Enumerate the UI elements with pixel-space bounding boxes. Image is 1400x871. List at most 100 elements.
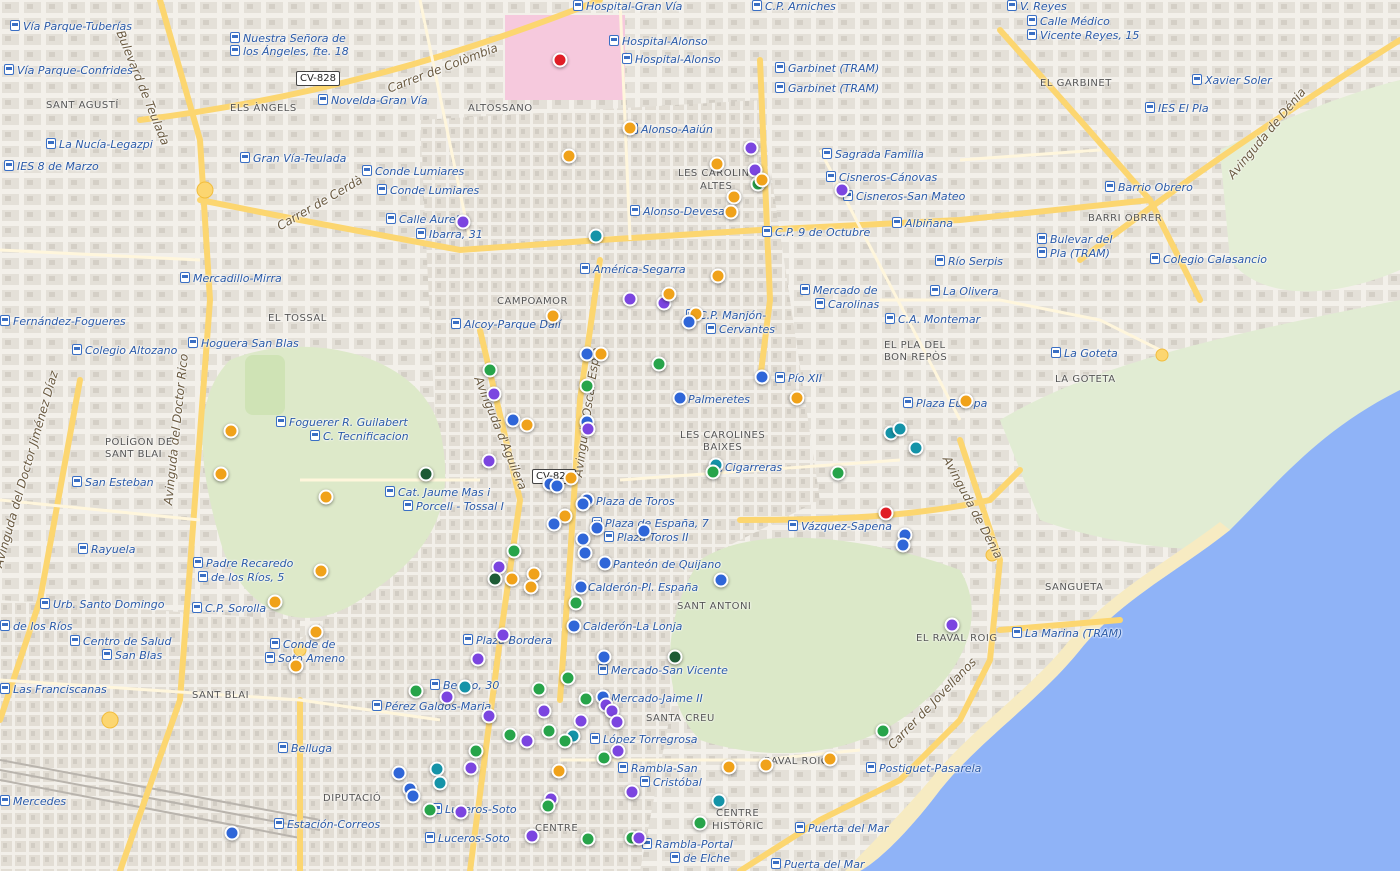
map-marker-purple[interactable] — [463, 760, 479, 776]
map-marker-purple[interactable] — [455, 214, 471, 230]
map-marker-purple[interactable] — [573, 713, 589, 729]
map-marker-teal[interactable] — [892, 421, 908, 437]
map-marker-orange[interactable] — [545, 308, 561, 324]
map-marker-purple[interactable] — [622, 291, 638, 307]
bus-stop[interactable]: Pérez Galdós-Maria — [372, 700, 491, 713]
bus-stop[interactable]: Mercadillo-Mirra — [180, 272, 282, 285]
bus-stop[interactable]: Urb. Santo Domingo — [40, 598, 164, 611]
map-marker-orange[interactable] — [789, 390, 805, 406]
map-marker-purple[interactable] — [609, 714, 625, 730]
map-marker-orange[interactable] — [519, 417, 535, 433]
map-marker-green[interactable] — [578, 691, 594, 707]
bus-stop[interactable]: Colegio Calasancio — [1150, 253, 1267, 266]
map-marker-orange[interactable] — [223, 423, 239, 439]
bus-stop[interactable]: de los Ríos — [0, 620, 72, 633]
map-marker-teal[interactable] — [429, 761, 445, 777]
bus-stop[interactable]: Conde Lumiares — [362, 165, 464, 178]
map-marker-blue[interactable] — [589, 520, 605, 536]
bus-stop[interactable]: Postiguet-Pasarela — [866, 762, 981, 775]
bus-stop[interactable]: Cat. Jaume Mas i — [385, 486, 490, 499]
bus-stop[interactable]: Calderón-La Lonja — [570, 620, 682, 633]
bus-stop[interactable]: Rambla-Portal — [642, 838, 733, 851]
bus-stop[interactable]: San Esteban — [72, 476, 154, 489]
bus-stop[interactable]: Mercado de — [800, 284, 878, 297]
bus-stop[interactable]: C. Tecnificacion — [310, 430, 409, 443]
map-marker-orange[interactable] — [308, 624, 324, 640]
map-marker-darkgreen[interactable] — [667, 649, 683, 665]
map-marker-purple[interactable] — [834, 182, 850, 198]
bus-stop[interactable]: Padre Recaredo — [193, 557, 293, 570]
bus-stop[interactable]: Puerta del Mar — [795, 822, 889, 835]
bus-stop[interactable]: Nuestra Señora de — [230, 32, 346, 45]
map-marker-orange[interactable] — [561, 148, 577, 164]
bus-stop[interactable]: Barrio Obrero — [1105, 181, 1193, 194]
bus-stop[interactable]: Estación-Correos — [274, 818, 380, 831]
bus-stop[interactable]: Plaza Europa — [903, 397, 987, 410]
map-marker-blue[interactable] — [405, 788, 421, 804]
bus-stop[interactable]: V. Reyes — [1007, 0, 1067, 13]
map-marker-green[interactable] — [468, 743, 484, 759]
map-marker-blue[interactable] — [575, 531, 591, 547]
bus-stop[interactable]: Cisneros-San Mateo — [843, 190, 965, 203]
map-marker-orange[interactable] — [721, 759, 737, 775]
map-marker-green[interactable] — [540, 798, 556, 814]
map-marker-purple[interactable] — [486, 386, 502, 402]
map-marker-orange[interactable] — [661, 286, 677, 302]
bus-stop[interactable]: La Marina (TRAM) — [1012, 627, 1122, 640]
map-marker-orange[interactable] — [593, 346, 609, 362]
bus-stop[interactable]: Conde Lumiares — [377, 184, 479, 197]
bus-stop[interactable]: Vía Parque-Tuberías — [10, 20, 132, 33]
bus-stop[interactable]: Alonso-Aaiún — [628, 123, 713, 136]
bus-stop[interactable]: Xavier Soler — [1192, 74, 1272, 87]
map-marker-blue[interactable] — [575, 496, 591, 512]
bus-stop[interactable]: Belluga — [278, 742, 332, 755]
map-marker-blue[interactable] — [596, 649, 612, 665]
map-marker-purple[interactable] — [481, 453, 497, 469]
map-marker-purple[interactable] — [495, 627, 511, 643]
bus-stop[interactable]: América-Segarra — [580, 263, 686, 276]
bus-stop[interactable]: Panteón de Quijano — [600, 558, 721, 571]
map-marker-orange[interactable] — [822, 751, 838, 767]
bus-stop[interactable]: Alonso-Devesa — [630, 205, 725, 218]
map-marker-orange[interactable] — [267, 594, 283, 610]
map-marker-orange[interactable] — [723, 204, 739, 220]
map-marker-green[interactable] — [580, 831, 596, 847]
bus-stop[interactable]: Río Serpis — [935, 255, 1003, 268]
map-marker-purple[interactable] — [453, 804, 469, 820]
map-marker-green[interactable] — [531, 681, 547, 697]
map-marker-purple[interactable] — [631, 830, 647, 846]
map-marker-darkgreen[interactable] — [487, 571, 503, 587]
bus-stop[interactable]: C.P. Arniches — [752, 0, 836, 13]
map-marker-blue[interactable] — [549, 478, 565, 494]
map-marker-red[interactable] — [878, 505, 894, 521]
bus-stop[interactable]: IES 8 de Marzo — [4, 160, 99, 173]
map-marker-red[interactable] — [552, 52, 568, 68]
bus-stop[interactable]: Sagrada Familia — [822, 148, 924, 161]
map-marker-orange[interactable] — [288, 658, 304, 674]
map-marker-orange[interactable] — [213, 466, 229, 482]
map-marker-blue[interactable] — [577, 545, 593, 561]
map-marker-orange[interactable] — [504, 571, 520, 587]
bus-stop[interactable]: Luceros-Soto — [432, 803, 517, 816]
bus-stop[interactable]: Cervantes — [706, 323, 775, 336]
map-marker-blue[interactable] — [636, 523, 652, 539]
bus-stop[interactable]: Luceros-Soto — [425, 832, 510, 845]
bus-stop[interactable]: Garbinet (TRAM) — [775, 82, 879, 95]
map-marker-green[interactable] — [692, 815, 708, 831]
bus-stop[interactable]: Novelda-Gran Vía — [318, 94, 428, 107]
map-marker-purple[interactable] — [439, 689, 455, 705]
map-marker-green[interactable] — [568, 595, 584, 611]
map-marker-orange[interactable] — [710, 268, 726, 284]
map-marker-blue[interactable] — [224, 825, 240, 841]
map-marker-green[interactable] — [506, 543, 522, 559]
map-marker-purple[interactable] — [944, 617, 960, 633]
bus-stop[interactable]: Vía Parque-Confrides — [4, 64, 133, 77]
map-marker-orange[interactable] — [726, 189, 742, 205]
map-marker-teal[interactable] — [457, 679, 473, 695]
map-marker-orange[interactable] — [754, 172, 770, 188]
bus-stop[interactable]: Rayuela — [78, 543, 135, 556]
bus-stop[interactable]: Gran Vía-Teulada — [240, 152, 346, 165]
bus-stop[interactable]: Mercedes — [0, 795, 66, 808]
bus-stop[interactable]: C.P. 9 de Octubre — [762, 226, 870, 239]
bus-stop[interactable]: Conde de — [270, 638, 335, 651]
